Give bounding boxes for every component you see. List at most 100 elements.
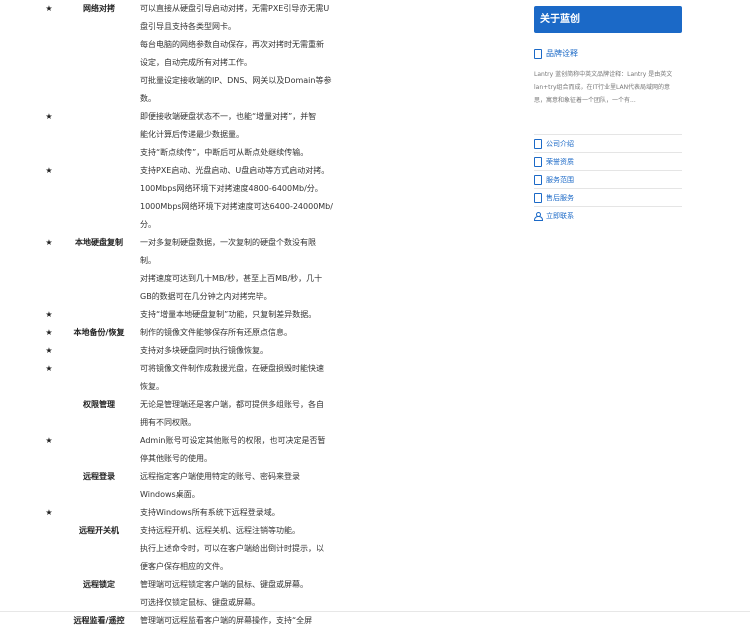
feature-text: 每台电脑的网络参数自动保存，再次对拷时无需重新 xyxy=(140,40,324,49)
feature-text: 拥有不同权限。 xyxy=(140,418,196,427)
feature-label: 远程登录 xyxy=(83,472,115,481)
document-icon xyxy=(534,139,542,149)
feature-row: 远程监看/遥控 管理端可远程监看客户端的屏幕操作，支持“全屏 xyxy=(0,612,520,630)
feature-row: 可选择仅锁定鼠标、键盘或屏幕。 xyxy=(0,594,520,612)
feature-text: 1000Mbps网络环境下对拷速度可达6400-24000Mb/ xyxy=(140,202,333,211)
feature-row: 1000Mbps网络环境下对拷速度可达6400-24000Mb/ xyxy=(0,198,520,216)
feature-text: 无论是管理端还是客户端，都可提供多组账号，各自 xyxy=(140,400,324,409)
contact-now-link[interactable]: 立即联系 xyxy=(534,206,682,225)
feature-text: 设定，自动完成所有对拷工作。 xyxy=(140,58,252,67)
honors-link[interactable]: 荣誉资质 xyxy=(534,152,682,171)
feature-row: 每台电脑的网络参数自动保存，再次对拷时无需重新 xyxy=(0,36,520,54)
star-marker: ★ xyxy=(45,364,53,373)
feature-row: 100Mbps网络环境下对拷速度4800-6400Mb/分。 xyxy=(0,180,520,198)
feature-text: 制作的镜像文件能够保存所有还原点信息。 xyxy=(140,328,292,337)
star-marker: ★ xyxy=(45,436,53,445)
feature-text: 对拷速度可达到几十MB/秒，甚至上百MB/秒，几十 xyxy=(140,274,323,283)
document-icon xyxy=(534,157,542,167)
feature-text: 可以直接从硬盘引导启动对拷，无需PXE引导亦无需U xyxy=(140,4,330,13)
feature-label: 网络对拷 xyxy=(83,4,115,13)
feature-label: 本地硬盘复制 xyxy=(75,238,123,247)
feature-text: 即便接收端硬盘状态不一，也能“增量对拷”，并智 xyxy=(140,112,317,121)
feature-text: 管理端可远程锁定客户端的鼠标、键盘或屏幕。 xyxy=(140,580,308,589)
feature-text: 支持对多块硬盘同时执行镜像恢复。 xyxy=(140,346,268,355)
company-intro-link[interactable]: 公司介绍 xyxy=(534,134,682,153)
brand-description: Lantry 蓝创简称中英文品牌诠释：Lantry 是由英文lan+try组合而… xyxy=(534,71,673,104)
feature-row: Windows桌面。 xyxy=(0,486,520,504)
feature-row: ★ 本地备份/恢复 制作的镜像文件能够保存所有还原点信息。 xyxy=(0,324,520,342)
brand-interpretation-link[interactable]: 品牌诠释 xyxy=(534,47,682,61)
feature-text: 支持远程开机、远程关机、远程注销等功能。 xyxy=(140,526,300,535)
feature-text: 可选择仅锁定鼠标、键盘或屏幕。 xyxy=(140,598,260,607)
feature-row: ★ 支持PXE启动、光盘启动、U盘启动等方式启动对拷。 xyxy=(0,162,520,180)
feature-row: 权限管理 无论是管理端还是客户端，都可提供多组账号，各自 xyxy=(0,396,520,414)
feature-text: 执行上述命令时，可以在客户端给出倒计时提示，以 xyxy=(140,544,324,553)
document-icon xyxy=(534,175,542,185)
feature-row: 盘引导且支持各类型网卡。 xyxy=(0,18,520,36)
feature-text: 制。 xyxy=(140,256,156,265)
feature-text: 管理端可远程监看客户端的屏幕操作，支持“全屏 xyxy=(140,616,313,625)
feature-row: 支持“断点续传”，中断后可从断点处继续传输。 xyxy=(0,144,520,162)
feature-text: Windows桌面。 xyxy=(140,490,200,499)
feature-text: GB的数据可在几分钟之内对拷完毕。 xyxy=(140,292,272,301)
star-marker: ★ xyxy=(45,310,53,319)
feature-row: 能化计算后传递最少数据量。 xyxy=(0,126,520,144)
feature-row: ★ Admin账号可设定其他账号的权限，也可决定是否暂 xyxy=(0,432,520,450)
feature-row: 停其他账号的使用。 xyxy=(0,450,520,468)
feature-row: 对拷速度可达到几十MB/秒，甚至上百MB/秒，几十 xyxy=(0,270,520,288)
feature-row: 制。 xyxy=(0,252,520,270)
feature-row: 远程锁定 管理端可远程锁定客户端的鼠标、键盘或屏幕。 xyxy=(0,576,520,594)
about-lantry-button[interactable]: 关于蓝创 xyxy=(534,6,682,33)
feature-row: ★ 支持对多块硬盘同时执行镜像恢复。 xyxy=(0,342,520,360)
feature-text: 支持Windows所有系统下远程登录域。 xyxy=(140,508,280,517)
feature-label: 权限管理 xyxy=(83,400,115,409)
feature-row: ★ 支持Windows所有系统下远程登录域。 xyxy=(0,504,520,522)
star-marker: ★ xyxy=(45,166,53,175)
sidebar: 关于蓝创 品牌诠释 Lantry 蓝创简称中英文品牌诠释：Lantry 是由英文… xyxy=(534,6,682,236)
star-marker: ★ xyxy=(45,4,53,13)
feature-row: ★ 可将镜像文件制作成救援光盘，在硬盘损毁时能快速 xyxy=(0,360,520,378)
feature-row: 便客户保存相应的文件。 xyxy=(0,558,520,576)
feature-text: 便客户保存相应的文件。 xyxy=(140,562,228,571)
feature-row: 分。 xyxy=(0,216,520,234)
feature-text: 支持PXE启动、光盘启动、U盘启动等方式启动对拷。 xyxy=(140,166,330,175)
feature-label: 本地备份/恢复 xyxy=(73,328,125,337)
feature-text: 恢复。 xyxy=(140,382,164,391)
after-sales-link[interactable]: 售后服务 xyxy=(534,188,682,207)
feature-row: 拥有不同权限。 xyxy=(0,414,520,432)
service-scope-label: 服务范围 xyxy=(546,176,574,184)
company-intro-label: 公司介绍 xyxy=(546,140,574,148)
feature-text: 支持“增量本地硬盘复制”功能，只复制差异数据。 xyxy=(140,310,317,319)
feature-row: 远程开关机 支持远程开机、远程关机、远程注销等功能。 xyxy=(0,522,520,540)
honors-label: 荣誉资质 xyxy=(546,158,574,166)
star-marker: ★ xyxy=(45,112,53,121)
feature-label: 远程开关机 xyxy=(79,526,119,535)
feature-text: 可将镜像文件制作成救援光盘，在硬盘损毁时能快速 xyxy=(140,364,324,373)
feature-text: 分。 xyxy=(140,220,156,229)
star-marker: ★ xyxy=(45,328,53,337)
feature-row: GB的数据可在几分钟之内对拷完毕。 xyxy=(0,288,520,306)
feature-text: 一对多复制硬盘数据，一次复制的硬盘个数没有限 xyxy=(140,238,316,247)
feature-text: 能化计算后传递最少数据量。 xyxy=(140,130,244,139)
main-content: ★ 网络对拷 可以直接从硬盘引导启动对拷，无需PXE引导亦无需U 盘引导且支持各类型网… xyxy=(0,0,520,625)
document-icon xyxy=(534,48,542,59)
feature-row: 可批量设定接收端的IP、DNS、网关以及Domain等参 xyxy=(0,72,520,90)
feature-row: 恢复。 xyxy=(0,378,520,396)
feature-text: 盘引导且支持各类型网卡。 xyxy=(140,22,236,31)
feature-row: ★ 即便接收端硬盘状态不一，也能“增量对拷”，并智 xyxy=(0,108,520,126)
feature-row: ★ 本地硬盘复制 一对多复制硬盘数据，一次复制的硬盘个数没有限 xyxy=(0,234,520,252)
feature-text: 远程指定客户端使用特定的账号、密码来登录 xyxy=(140,472,300,481)
after-sales-label: 售后服务 xyxy=(546,194,574,202)
feature-text: 可批量设定接收端的IP、DNS、网关以及Domain等参 xyxy=(140,76,332,85)
star-marker: ★ xyxy=(45,346,53,355)
feature-row: 设定，自动完成所有对拷工作。 xyxy=(0,54,520,72)
document-icon xyxy=(534,193,542,203)
feature-text: 数。 xyxy=(140,94,156,103)
feature-row: 执行上述命令时，可以在客户端给出倒计时提示，以 xyxy=(0,540,520,558)
feature-text: 停其他账号的使用。 xyxy=(140,454,212,463)
service-scope-link[interactable]: 服务范围 xyxy=(534,170,682,189)
contact-now-label: 立即联系 xyxy=(546,212,574,220)
star-marker: ★ xyxy=(45,508,53,517)
feature-label: 远程监看/遥控 xyxy=(73,616,125,625)
feature-text: 支持“断点续传”，中断后可从断点处继续传输。 xyxy=(140,148,309,157)
